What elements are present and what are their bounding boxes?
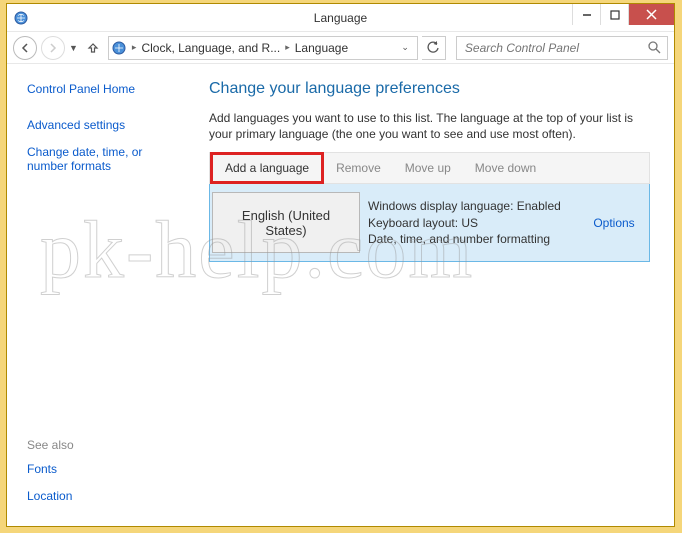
language-toolbar: Add a language Remove Move up Move down	[209, 152, 650, 184]
nav-forward-button[interactable]	[41, 36, 65, 60]
search-box[interactable]	[456, 36, 668, 60]
minimize-button[interactable]	[572, 4, 600, 25]
language-display: Windows display language: Enabled	[368, 198, 571, 214]
nav-history-dropdown[interactable]: ▼	[69, 43, 78, 53]
language-keyboard: Keyboard layout: US	[368, 215, 571, 231]
language-details: Windows display language: Enabled Keyboa…	[360, 184, 579, 261]
maximize-button[interactable]	[600, 4, 628, 25]
page-description: Add languages you want to use to this li…	[209, 110, 650, 142]
sidebar-location[interactable]: Location	[27, 489, 183, 503]
breadcrumb-dropdown-icon[interactable]: ⌄	[395, 42, 415, 53]
sidebar-fonts[interactable]: Fonts	[27, 462, 183, 476]
language-formatting: Date, time, and number formatting	[368, 231, 571, 247]
breadcrumb[interactable]: ▸ Clock, Language, and R... ▸ Language ⌄	[108, 36, 418, 60]
language-row[interactable]: English (United States) Windows display …	[209, 184, 650, 262]
search-icon[interactable]	[648, 41, 661, 54]
breadcrumb-icon	[111, 40, 127, 56]
language-options-link[interactable]: Options	[579, 184, 649, 261]
breadcrumb-part-2[interactable]: Language	[295, 41, 348, 55]
window-icon	[13, 10, 29, 26]
search-input[interactable]	[463, 40, 613, 56]
sidebar-date-time-formats[interactable]: Change date, time, or number formats	[27, 145, 183, 173]
add-language-button[interactable]: Add a language	[210, 152, 324, 184]
refresh-button[interactable]	[422, 36, 446, 60]
breadcrumb-part-1[interactable]: Clock, Language, and R...	[141, 41, 280, 55]
move-up-button[interactable]: Move up	[393, 152, 463, 184]
chevron-right-icon[interactable]: ▸	[131, 42, 138, 53]
close-button[interactable]	[628, 4, 674, 25]
language-name: English (United States)	[212, 192, 360, 253]
sidebar-advanced-settings[interactable]: Advanced settings	[27, 118, 183, 132]
nav-back-button[interactable]	[13, 36, 37, 60]
move-down-button[interactable]: Move down	[463, 152, 548, 184]
nav-up-button[interactable]	[82, 37, 104, 59]
page-heading: Change your language preferences	[209, 80, 650, 98]
chevron-right-icon[interactable]: ▸	[284, 42, 291, 53]
see-also-label: See also	[27, 438, 183, 452]
sidebar-home[interactable]: Control Panel Home	[27, 82, 183, 96]
remove-language-button[interactable]: Remove	[324, 152, 393, 184]
